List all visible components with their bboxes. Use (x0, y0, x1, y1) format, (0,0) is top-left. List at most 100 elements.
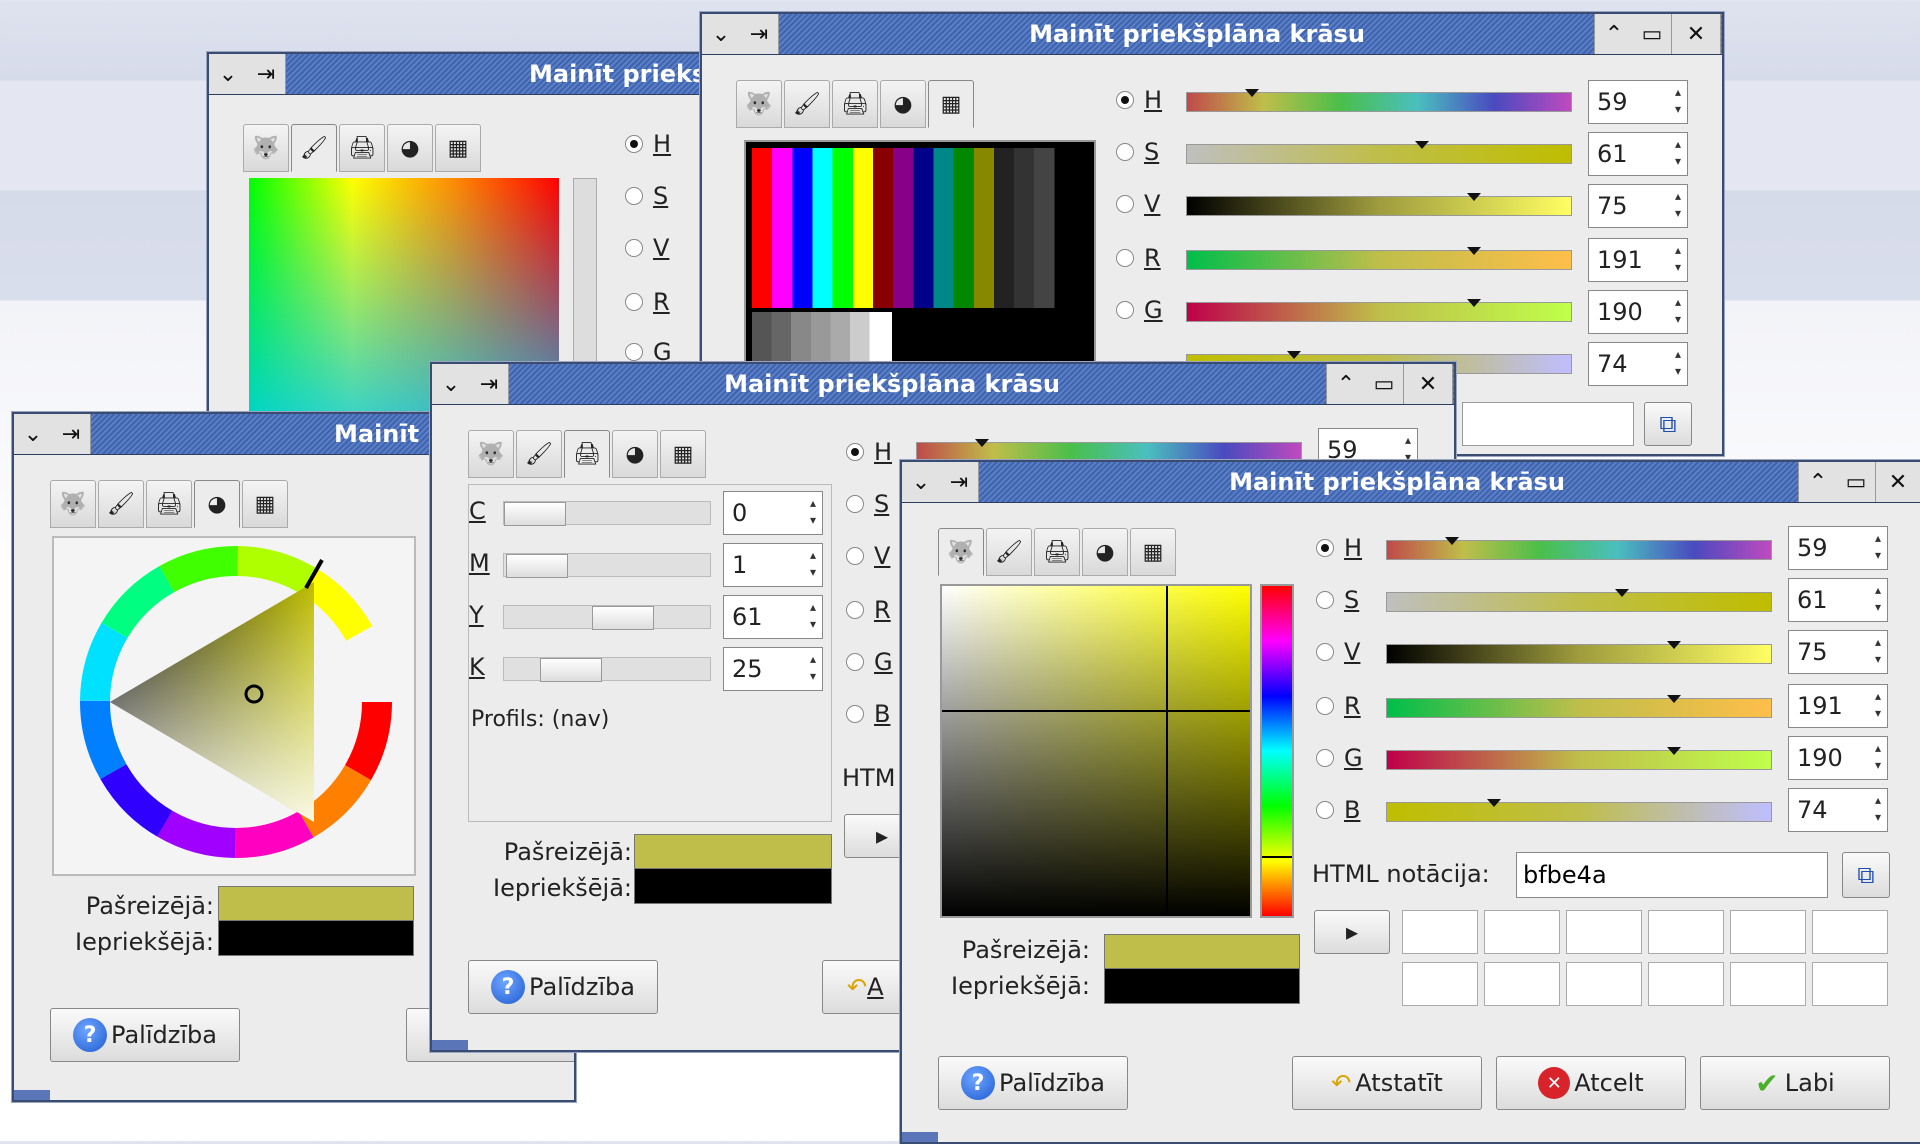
radio-button[interactable] (846, 705, 864, 723)
pin-icon[interactable]: ⇥ (247, 54, 286, 94)
h-spinbutton[interactable]: 59 (1588, 80, 1688, 124)
title-bar[interactable]: ⌄ ⇥ Mainīt priekšplāna krāsu ⌃ ▭ ✕ (902, 462, 1920, 503)
slider-marker[interactable] (1615, 589, 1629, 597)
radio-r[interactable]: R (625, 288, 683, 316)
slider-marker[interactable] (975, 439, 989, 447)
b-slider[interactable] (1386, 799, 1772, 822)
history-expand-button[interactable]: ▸ (1314, 910, 1390, 954)
radio-button[interactable] (846, 443, 864, 461)
g-slider[interactable] (1386, 747, 1772, 770)
tab-palette[interactable]: ▦ (242, 480, 288, 528)
radio-button[interactable] (625, 135, 643, 153)
pin-icon[interactable]: ⇥ (740, 14, 779, 54)
radio-button[interactable] (846, 547, 864, 565)
radio-button[interactable] (1316, 539, 1334, 557)
slider-marker[interactable] (1287, 351, 1301, 359)
radio-button[interactable] (625, 187, 643, 205)
r-spinbutton[interactable]: 191 (1788, 684, 1888, 728)
color-picker-button[interactable]: ⧉ (1842, 852, 1890, 898)
history-cell[interactable] (1484, 962, 1560, 1006)
r-slider[interactable] (1186, 247, 1572, 270)
pin-icon[interactable]: ⇥ (470, 364, 509, 404)
k-slider[interactable] (503, 657, 711, 682)
radio-button[interactable] (625, 239, 643, 257)
history-cell[interactable] (1730, 910, 1806, 954)
tab-palette[interactable]: ▦ (928, 80, 974, 128)
b-spinbutton[interactable]: 74 (1788, 788, 1888, 832)
h-slider[interactable] (916, 439, 1302, 462)
radio-h[interactable]: H (846, 438, 904, 466)
history-cell[interactable] (1484, 910, 1560, 954)
tab-palette[interactable]: ▦ (660, 430, 706, 478)
history-cell[interactable] (1402, 962, 1478, 1006)
s-slider[interactable] (1386, 589, 1772, 612)
pin-icon[interactable]: ⇥ (52, 414, 91, 454)
history-cell[interactable] (1648, 962, 1724, 1006)
sv-color-area[interactable] (940, 584, 1252, 918)
menu-chevron-icon[interactable]: ⌄ (209, 54, 248, 94)
radio-button[interactable] (1316, 643, 1334, 661)
help-button[interactable]: ? Palīdzība (50, 1008, 240, 1062)
c-spinbutton[interactable]: 0 (723, 491, 823, 535)
restore-icon[interactable]: ▭ (1633, 14, 1672, 54)
h-spinbutton[interactable]: 59 (1788, 526, 1888, 570)
menu-chevron-icon[interactable]: ⌄ (902, 462, 941, 502)
tab-gimp[interactable]: 🐺 (243, 124, 289, 172)
slider-marker[interactable] (1467, 193, 1481, 201)
radio-button[interactable] (625, 293, 643, 311)
history-cell[interactable] (1566, 910, 1642, 954)
tab-cmyk[interactable]: 🖨 (146, 480, 192, 528)
slider-marker[interactable] (1667, 641, 1681, 649)
radio-r[interactable]: R (846, 596, 904, 624)
k-spinbutton[interactable]: 25 (723, 647, 823, 691)
html-notation-input[interactable] (1462, 402, 1634, 446)
history-cell[interactable] (1566, 962, 1642, 1006)
radio-button[interactable] (1116, 301, 1134, 319)
hue-strip[interactable] (1260, 584, 1294, 918)
slider-thumb[interactable] (506, 554, 568, 578)
tab-palette[interactable]: ▦ (435, 124, 481, 172)
tab-gimp[interactable]: 🐺 (736, 80, 782, 128)
menu-chevron-icon[interactable]: ⌄ (432, 364, 471, 404)
tab-scales[interactable]: 🖌 (291, 124, 337, 172)
m-spinbutton[interactable]: 1 (723, 543, 823, 587)
history-cell[interactable] (1730, 962, 1806, 1006)
tab-gimp[interactable]: 🐺 (468, 430, 514, 478)
radio-s[interactable]: S (1316, 586, 1374, 614)
close-icon[interactable]: ✕ (1672, 14, 1721, 54)
close-icon[interactable]: ✕ (1404, 364, 1453, 404)
tab-wheel[interactable]: ◕ (612, 430, 658, 478)
v-spinbutton[interactable]: 75 (1788, 630, 1888, 674)
y-spinbutton[interactable]: 61 (723, 595, 823, 639)
radio-g[interactable]: G (1316, 744, 1374, 772)
pin-icon[interactable]: ⇥ (940, 462, 979, 502)
radio-button[interactable] (1316, 591, 1334, 609)
radio-r[interactable]: R (1116, 244, 1174, 272)
slider-marker[interactable] (1445, 537, 1459, 545)
tab-scales[interactable]: 🖌 (516, 430, 562, 478)
v-slider[interactable] (1186, 193, 1572, 216)
radio-button[interactable] (1116, 143, 1134, 161)
s-spinbutton[interactable]: 61 (1588, 132, 1688, 176)
radio-button[interactable] (1316, 697, 1334, 715)
slider-marker[interactable] (1467, 247, 1481, 255)
radio-r[interactable]: R (1316, 692, 1374, 720)
restore-icon[interactable]: ▭ (1365, 364, 1404, 404)
radio-button[interactable] (1116, 91, 1134, 109)
radio-button[interactable] (846, 495, 864, 513)
slider-marker[interactable] (1667, 747, 1681, 755)
slider-thumb[interactable] (504, 502, 566, 526)
h-slider[interactable] (1386, 537, 1772, 560)
slider-thumb[interactable] (540, 658, 602, 682)
radio-s[interactable]: S (1116, 138, 1174, 166)
radio-button[interactable] (625, 343, 643, 361)
help-button[interactable]: ? Palīdzība (938, 1056, 1128, 1110)
g-spinbutton[interactable]: 190 (1588, 290, 1688, 334)
radio-h[interactable]: H (1116, 86, 1174, 114)
color-picker-button[interactable]: ⧉ (1644, 402, 1692, 446)
tab-wheel[interactable]: ◕ (387, 124, 433, 172)
tab-gimp[interactable]: 🐺 (50, 480, 96, 528)
slider-thumb[interactable] (592, 606, 654, 630)
tab-wheel[interactable]: ◕ (194, 480, 240, 528)
tab-wheel[interactable]: ◕ (880, 80, 926, 128)
